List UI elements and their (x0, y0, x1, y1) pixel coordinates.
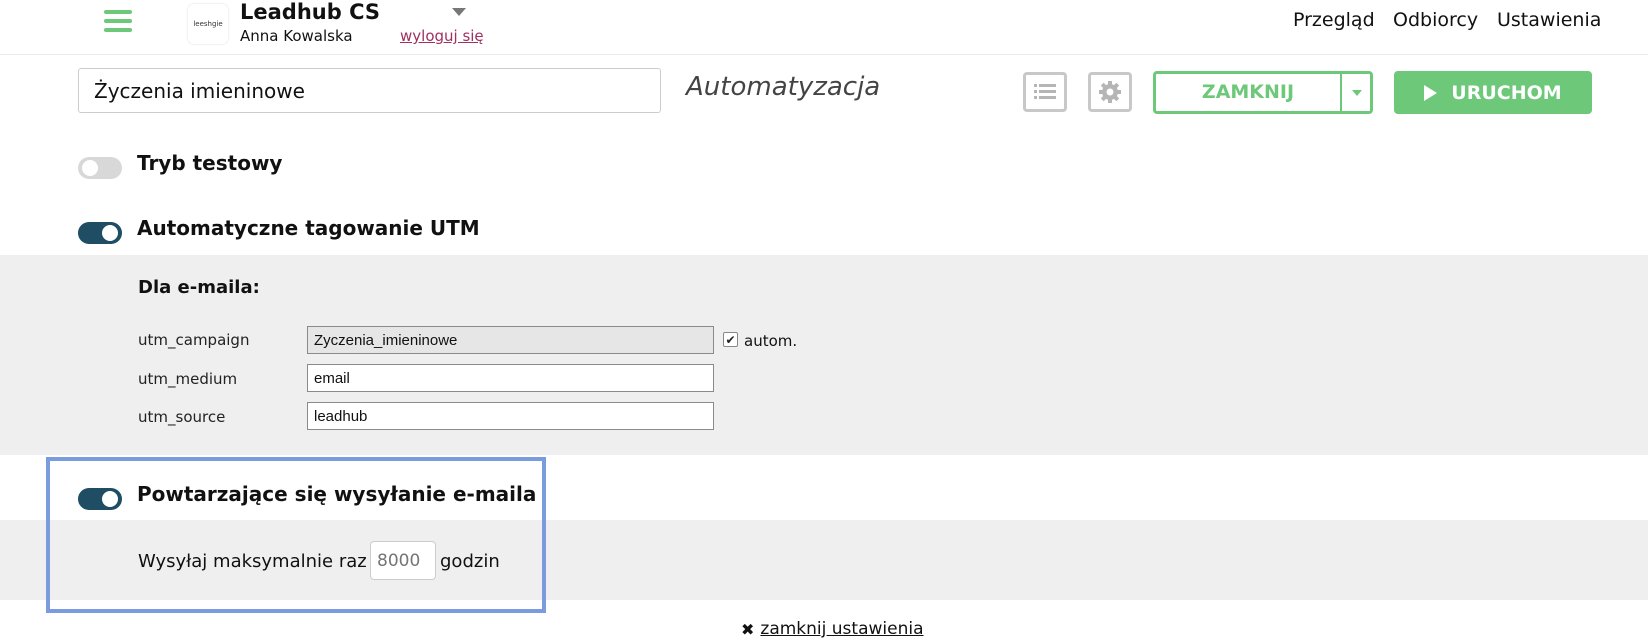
close-settings-link[interactable]: ✖ zamknij ustawienia (741, 619, 924, 639)
logout-link[interactable]: wyloguj się (400, 27, 484, 45)
utm-source-label: utm_source (138, 408, 226, 426)
utm-label: Automatyczne tagowanie UTM (137, 216, 480, 240)
list-button[interactable] (1023, 72, 1067, 112)
settings-button[interactable] (1088, 72, 1132, 112)
utm-medium-input[interactable] (307, 364, 714, 392)
close-icon: ✖ (741, 619, 755, 639)
logo-text: leeshgie (193, 20, 223, 28)
account-logo: leeshgie (188, 4, 228, 44)
nav-settings[interactable]: Ustawienia (1497, 9, 1601, 31)
auto-checkbox[interactable]: ✔ (723, 332, 738, 347)
utm-campaign-input[interactable] (307, 326, 714, 354)
utm-toggle[interactable] (78, 222, 122, 244)
split-divider (1340, 74, 1342, 111)
email-subtitle: Dla e-maila: (138, 277, 260, 298)
list-icon (1034, 84, 1056, 99)
utm-medium-label: utm_medium (138, 370, 238, 388)
close-split-button: ZAMKNIJ (1153, 71, 1373, 114)
account-name: Leadhub CS (240, 0, 380, 24)
close-settings-label: zamknij ustawienia (760, 619, 924, 639)
close-button[interactable]: ZAMKNIJ (1156, 74, 1340, 111)
run-button[interactable]: URUCHOM (1394, 71, 1592, 114)
utm-source-input[interactable] (307, 402, 714, 430)
nav-recipients[interactable]: Odbiorcy (1393, 9, 1478, 31)
menu-icon[interactable] (104, 10, 132, 34)
play-icon (1424, 84, 1438, 101)
test-mode-toggle[interactable] (78, 157, 122, 179)
run-button-label: URUCHOM (1451, 81, 1562, 104)
utm-campaign-label: utm_campaign (138, 331, 250, 349)
test-mode-label: Tryb testowy (137, 151, 283, 175)
auto-checkbox-label: autom. (744, 332, 798, 350)
chevron-down-icon[interactable] (1352, 90, 1362, 96)
nav-overview[interactable]: Przegląd (1293, 9, 1375, 31)
gear-icon (1099, 81, 1121, 103)
automation-name-input[interactable] (78, 68, 661, 113)
automation-type-label: Automatyzacja (686, 72, 881, 102)
user-name: Anna Kowalska (240, 27, 353, 45)
top-header: leeshgie Leadhub CS Anna Kowalska wylogu… (0, 0, 1648, 55)
highlight-box (46, 457, 546, 613)
account-dropdown-icon[interactable] (452, 8, 466, 16)
